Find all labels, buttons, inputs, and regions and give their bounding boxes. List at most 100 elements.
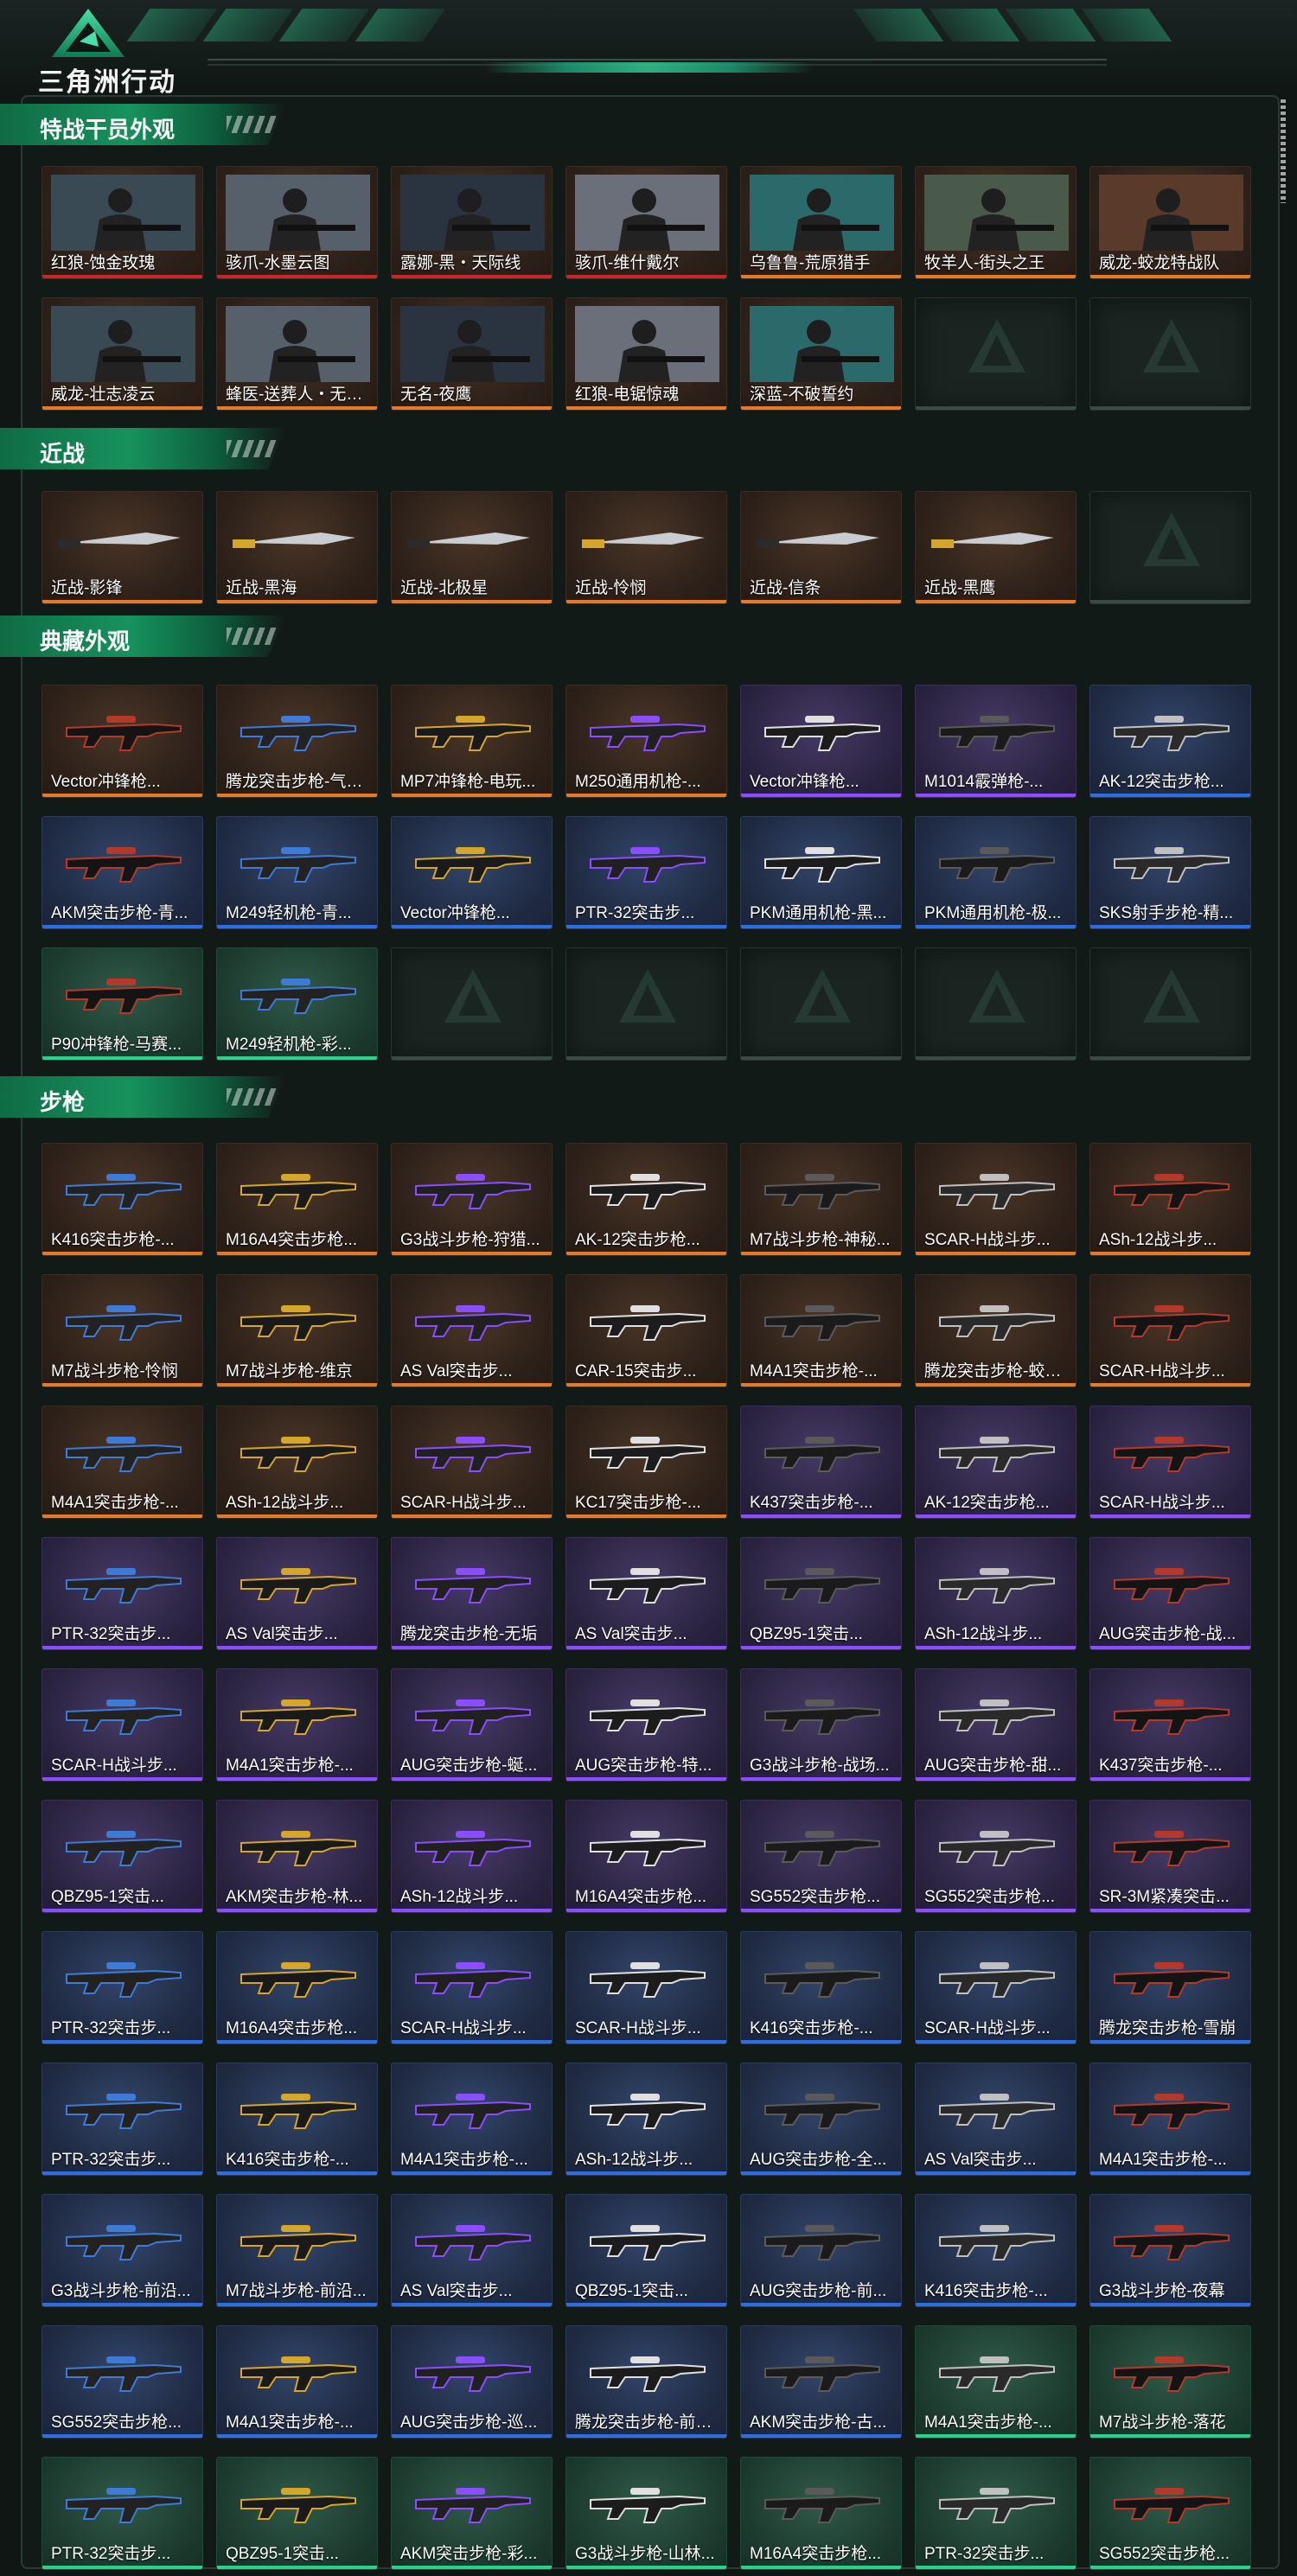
item-card[interactable]: 威龙-蛟龙特战队	[1089, 166, 1251, 279]
item-card[interactable]: K416突击步枪-...	[740, 1931, 902, 2044]
item-card[interactable]: 深蓝-不破誓约	[740, 297, 902, 411]
item-card[interactable]: AUG突击步枪-前...	[740, 2194, 902, 2307]
item-card[interactable]: K437突击步枪-...	[740, 1406, 902, 1519]
item-card[interactable]: 蜂医-送葬人・无题...	[216, 297, 378, 411]
item-card[interactable]: 腾龙突击步枪-蛟龙...	[915, 1274, 1077, 1387]
item-card[interactable]: SG552突击步枪...	[740, 1800, 902, 1913]
item-card[interactable]: AUG突击步枪-甜...	[915, 1668, 1077, 1782]
item-card[interactable]: M16A4突击步枪...	[216, 1931, 378, 2044]
item-card[interactable]: PTR-32突击步...	[42, 1931, 203, 2044]
item-card[interactable]: SCAR-H战斗步...	[42, 1668, 203, 1782]
item-card[interactable]: 红狼-电锯惊魂	[565, 297, 727, 411]
item-card[interactable]: 威龙-壮志凌云	[42, 297, 203, 411]
item-card[interactable]: AKM突击步枪-青...	[42, 816, 203, 929]
item-card[interactable]: QBZ95-1突击...	[42, 1800, 203, 1913]
item-card[interactable]: 骇爪-维什戴尔	[565, 166, 727, 279]
item-card[interactable]: AK-12突击步枪...	[1089, 685, 1251, 798]
item-card[interactable]: AKM突击步枪-林...	[216, 1800, 378, 1913]
item-card[interactable]: M4A1突击步枪-...	[42, 1406, 203, 1519]
item-card[interactable]: AUG突击步枪-巡...	[391, 2325, 553, 2439]
item-card[interactable]: M4A1突击步枪-...	[216, 1668, 378, 1782]
item-card[interactable]: K437突击步枪-...	[1089, 1668, 1251, 1782]
item-card[interactable]: M16A4突击步枪...	[565, 1800, 727, 1913]
item-card[interactable]: SKS射手步枪-精...	[1089, 816, 1251, 929]
item-card[interactable]: 腾龙突击步枪-无垢	[391, 1537, 553, 1650]
item-card[interactable]: M250通用机枪-...	[565, 685, 727, 798]
item-card[interactable]: M7战斗步枪-怜悯	[42, 1274, 203, 1387]
item-card[interactable]: KC17突击步枪-...	[565, 1406, 727, 1519]
item-card[interactable]: AS Val突击步...	[565, 1537, 727, 1650]
item-card[interactable]: SCAR-H战斗步...	[1089, 1274, 1251, 1387]
item-card[interactable]: AS Val突击步...	[216, 1537, 378, 1650]
item-card[interactable]: AS Val突击步...	[391, 2194, 553, 2307]
item-card[interactable]: AK-12突击步枪...	[915, 1406, 1077, 1519]
item-card[interactable]: 腾龙突击步枪-雪崩	[1089, 1931, 1251, 2044]
item-card[interactable]: AUG突击步枪-特...	[565, 1668, 727, 1782]
item-card[interactable]: G3战斗步枪-前沿...	[42, 2194, 203, 2307]
item-card[interactable]: PKM通用机枪-黑...	[740, 816, 902, 929]
item-card[interactable]: QBZ95-1突击...	[565, 2194, 727, 2307]
item-card[interactable]: K416突击步枪-...	[915, 2194, 1077, 2307]
item-card[interactable]: AK-12突击步枪...	[565, 1143, 727, 1256]
item-card[interactable]: G3战斗步枪-山林...	[565, 2457, 727, 2570]
item-card[interactable]: AUG突击步枪-全...	[740, 2063, 902, 2176]
item-card[interactable]: 无名-夜鹰	[391, 297, 553, 411]
item-card[interactable]: M249轻机枪-彩...	[216, 947, 378, 1061]
scrollbar[interactable]	[1281, 99, 1286, 203]
item-card[interactable]: ASh-12战斗步...	[1089, 1143, 1251, 1256]
item-card[interactable]: 腾龙突击步枪-前沿...	[565, 2325, 727, 2439]
item-card[interactable]: 红狼-蚀金玫瑰	[42, 166, 203, 279]
item-card[interactable]: 近战-黑鹰	[915, 491, 1077, 604]
item-card[interactable]: M7战斗步枪-落花	[1089, 2325, 1251, 2439]
item-card[interactable]: M7战斗步枪-神秘...	[740, 1143, 902, 1256]
item-card[interactable]: SCAR-H战斗步...	[565, 1931, 727, 2044]
item-card[interactable]: MP7冲锋枪-电玩...	[391, 685, 553, 798]
item-card[interactable]: SCAR-H战斗步...	[915, 1931, 1077, 2044]
item-card[interactable]: 露娜-黑・天际线	[391, 166, 553, 279]
item-card[interactable]: AS Val突击步...	[915, 2063, 1077, 2176]
item-card[interactable]: SG552突击步枪...	[1089, 2457, 1251, 2570]
item-card[interactable]: AUG突击步枪-战...	[1089, 1537, 1251, 1650]
item-card[interactable]: M4A1突击步枪-...	[391, 2063, 553, 2176]
item-card[interactable]: AKM突击步枪-彩...	[391, 2457, 553, 2570]
item-card[interactable]: Vector冲锋枪...	[740, 685, 902, 798]
item-card[interactable]: QBZ95-1突击...	[216, 2457, 378, 2570]
item-card[interactable]: SG552突击步枪...	[42, 2325, 203, 2439]
item-card[interactable]: M1014霰弹枪-...	[915, 685, 1077, 798]
item-card[interactable]: P90冲锋枪-马赛...	[42, 947, 203, 1061]
item-card[interactable]: 近战-北极星	[391, 491, 553, 604]
item-card[interactable]: ASh-12战斗步...	[391, 1800, 553, 1913]
item-card[interactable]: 牧羊人-街头之王	[915, 166, 1077, 279]
item-card[interactable]: G3战斗步枪-战场...	[740, 1668, 902, 1782]
item-card[interactable]: 近战-信条	[740, 491, 902, 604]
item-card[interactable]: 近战-影锋	[42, 491, 203, 604]
item-card[interactable]: CAR-15突击步...	[565, 1274, 727, 1387]
item-card[interactable]: M4A1突击步枪-...	[216, 2325, 378, 2439]
item-card[interactable]: 腾龙突击步枪-气象...	[216, 685, 378, 798]
item-card[interactable]: PTR-32突击步...	[915, 2457, 1077, 2570]
item-card[interactable]: M4A1突击步枪-...	[1089, 2063, 1251, 2176]
item-card[interactable]: AS Val突击步...	[391, 1274, 553, 1387]
item-card[interactable]: Vector冲锋枪...	[42, 685, 203, 798]
item-card[interactable]: SG552突击步枪...	[915, 1800, 1077, 1913]
item-card[interactable]: G3战斗步枪-狩猎...	[391, 1143, 553, 1256]
item-card[interactable]: ASh-12战斗步...	[565, 2063, 727, 2176]
item-card[interactable]: G3战斗步枪-夜幕	[1089, 2194, 1251, 2307]
item-card[interactable]: SCAR-H战斗步...	[391, 1406, 553, 1519]
item-card[interactable]: M4A1突击步枪-...	[915, 2325, 1077, 2439]
item-card[interactable]: AUG突击步枪-蜒...	[391, 1668, 553, 1782]
item-card[interactable]: Vector冲锋枪...	[391, 816, 553, 929]
item-card[interactable]: K416突击步枪-...	[42, 1143, 203, 1256]
item-card[interactable]: 近战-怜悯	[565, 491, 727, 604]
item-card[interactable]: SCAR-H战斗步...	[391, 1931, 553, 2044]
item-card[interactable]: QBZ95-1突击...	[740, 1537, 902, 1650]
item-card[interactable]: M249轻机枪-青...	[216, 816, 378, 929]
item-card[interactable]: SR-3M紧凑突击...	[1089, 1800, 1251, 1913]
item-card[interactable]: AKM突击步枪-古...	[740, 2325, 902, 2439]
item-card[interactable]: 骇爪-水墨云图	[216, 166, 378, 279]
item-card[interactable]: ASh-12战斗步...	[216, 1406, 378, 1519]
item-card[interactable]: M7战斗步枪-维京	[216, 1274, 378, 1387]
item-card[interactable]: 近战-黑海	[216, 491, 378, 604]
item-card[interactable]: K416突击步枪-...	[216, 2063, 378, 2176]
item-card[interactable]: PTR-32突击步...	[42, 2063, 203, 2176]
